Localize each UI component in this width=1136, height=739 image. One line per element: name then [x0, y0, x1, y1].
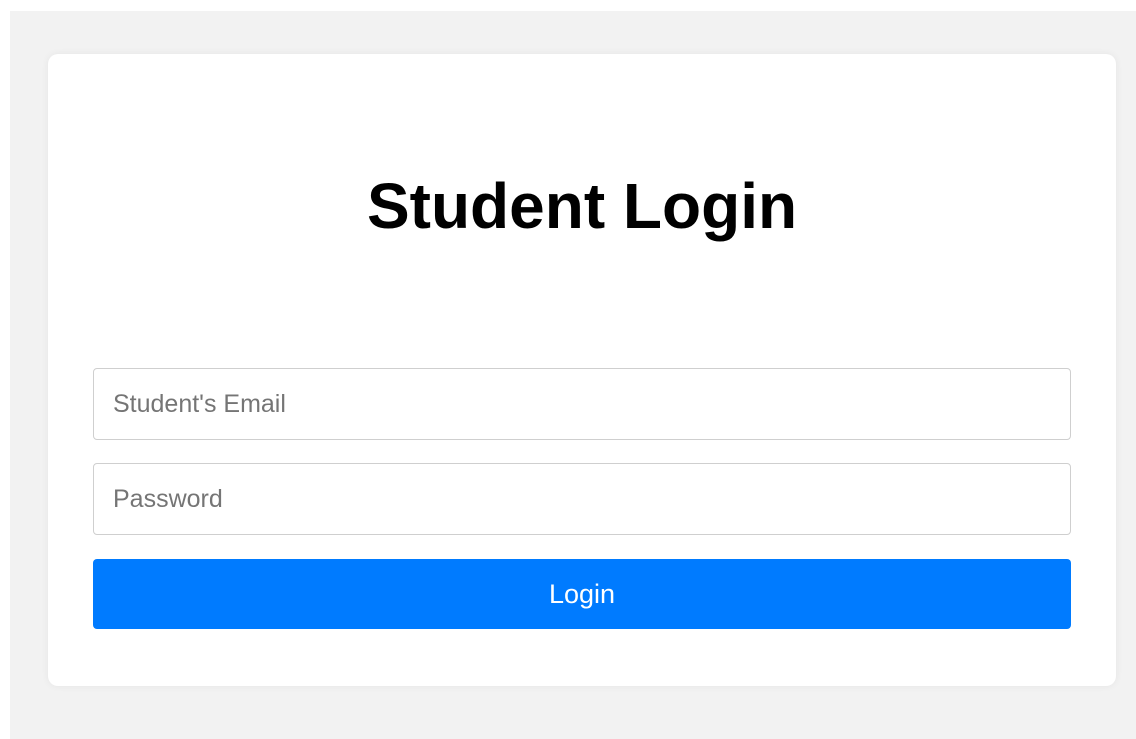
page-background: Student Login Login — [10, 11, 1136, 739]
login-button[interactable]: Login — [93, 559, 1071, 629]
login-card: Student Login Login — [48, 54, 1116, 686]
page-title: Student Login — [366, 170, 798, 242]
password-field[interactable] — [93, 463, 1071, 535]
email-field[interactable] — [93, 368, 1071, 440]
